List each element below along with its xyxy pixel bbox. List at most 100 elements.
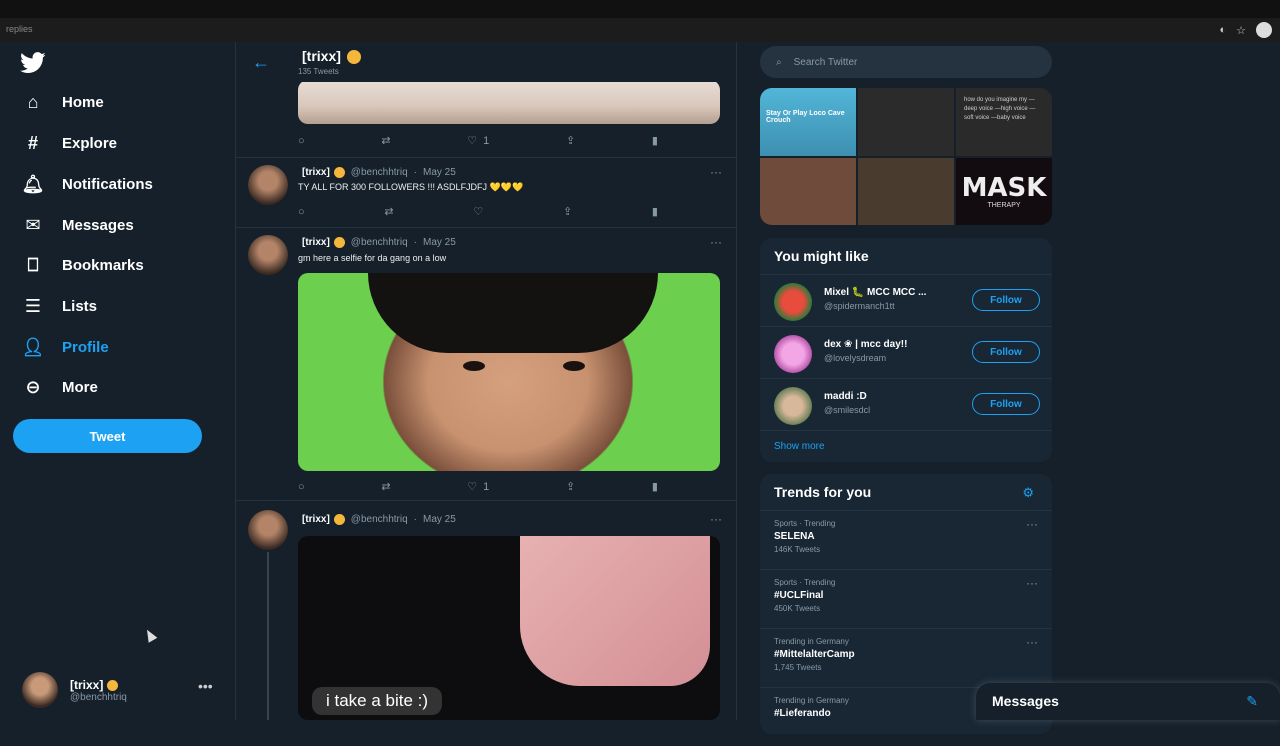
bookmark-icon: ⎕	[27, 254, 39, 275]
media-tile[interactable]	[858, 157, 954, 225]
trend-menu-icon[interactable]: ···	[1026, 576, 1038, 590]
browser-profile-avatar[interactable]	[1256, 22, 1272, 38]
media-tile[interactable]	[858, 88, 954, 156]
mail-icon: ✉	[25, 214, 41, 235]
suggested-user[interactable]: dex ❀ | mcc day!! @lovelysdream Follow	[760, 327, 1052, 379]
nav-profile[interactable]: 👤︎ Profile	[22, 336, 109, 358]
analytics-icon[interactable]: ▮	[652, 480, 658, 493]
trend-title: SELENA	[774, 531, 815, 542]
star-icon[interactable]: ☆	[1236, 24, 1246, 37]
trend-title: #Lieferando	[774, 708, 831, 719]
tweet[interactable]: [trixx] @benchhtriq · May 25 ··· gm here a …	[236, 227, 736, 501]
nav-home[interactable]: ⌂ Home	[22, 91, 104, 113]
heart-icon: ♡	[467, 135, 478, 147]
messages-drawer[interactable]: Messages ✎	[976, 683, 1280, 720]
avatar[interactable]	[774, 335, 812, 373]
nav-bookmarks-label: Bookmarks	[62, 256, 144, 274]
nav-messages[interactable]: ✉ Messages	[22, 214, 133, 236]
new-message-icon[interactable]: ✎	[1246, 693, 1258, 710]
twitter-logo-icon[interactable]	[20, 52, 46, 74]
account-switcher[interactable]: [trixx] @benchhtriq •••	[22, 672, 213, 708]
home-icon: ⌂	[27, 91, 39, 112]
avatar[interactable]	[248, 510, 288, 550]
media-tile-subtext: THERAPY	[987, 201, 1021, 209]
nav-profile-label: Profile	[62, 338, 109, 356]
tweet-menu-icon[interactable]: ···	[710, 235, 722, 249]
nav-explore[interactable]: # Explore	[22, 132, 117, 154]
bell-icon: 🔔︎	[21, 173, 45, 194]
nav-more[interactable]: ⊖ More	[22, 376, 97, 398]
nav-bookmarks[interactable]: ⎕ Bookmarks	[22, 254, 144, 276]
avatar[interactable]	[774, 283, 812, 321]
you-might-like-panel: You might like Mixel 🐛 MCC MCC ... @spid…	[760, 238, 1052, 462]
media-tile-text: Stay Or Play Loco Cave Crouch	[766, 110, 845, 124]
search-input[interactable]: ⌕ Search Twitter	[760, 46, 1052, 78]
like-button[interactable]: ♡ 1	[467, 480, 490, 494]
right-sidebar: ⌕ Search Twitter Stay Or Play Loco Cave …	[760, 42, 1055, 734]
trend-title: #UCLFinal	[774, 590, 824, 601]
tweet[interactable]: [trixx] @benchhtriq · May 25 ··· TY ALL FOR…	[236, 157, 736, 228]
thread-line	[267, 552, 269, 720]
tweet-button[interactable]: Tweet	[13, 419, 202, 453]
hashtag-icon: #	[27, 132, 38, 153]
retweet-icon[interactable]: ⇄	[381, 134, 390, 147]
nav-notifications-label: Notifications	[62, 175, 153, 193]
suggested-user-handle: @lovelysdream	[824, 353, 887, 363]
suggested-user[interactable]: maddi :D @smilesdcl Follow	[760, 379, 1052, 431]
media-tile[interactable]	[760, 157, 856, 225]
share-icon[interactable]: ⇪	[566, 134, 575, 147]
trend-category: Trending in Germany	[774, 696, 849, 705]
tweet-text: TY ALL FOR 300 FOLLOWERS !!! ASDLFJDFJ 💛…	[298, 182, 524, 192]
heart-icon[interactable]: ♡	[473, 205, 483, 218]
trend-menu-icon[interactable]: ···	[1026, 517, 1038, 531]
trend-item[interactable]: Sports · Trending #UCLFinal 450K Tweets …	[760, 570, 1052, 629]
trend-item[interactable]: Sports · Trending SELENA 146K Tweets ···	[760, 511, 1052, 570]
reply-icon[interactable]: ○	[298, 134, 305, 147]
share-icon[interactable]: ⇪	[566, 480, 575, 493]
analytics-icon[interactable]: ▮	[652, 205, 658, 218]
avatar[interactable]	[248, 165, 288, 205]
address-bar[interactable]: replies	[6, 24, 33, 34]
show-more-link[interactable]: Show more	[760, 431, 1052, 462]
extension-icon[interactable]: ◐	[1219, 24, 1226, 36]
more-dots-icon[interactable]: •••	[198, 678, 213, 694]
avatar[interactable]	[774, 387, 812, 425]
share-icon[interactable]: ⇪	[563, 205, 572, 218]
like-button[interactable]: ♡ 1	[467, 134, 489, 148]
follow-button[interactable]: Follow	[972, 393, 1040, 415]
retweet-icon[interactable]: ⇄	[381, 480, 390, 493]
trend-item[interactable]: Trending in Germany #MittelalterCamp 1,7…	[760, 629, 1052, 688]
media-tile[interactable]: how do you imagine my —deep voice —high …	[956, 88, 1052, 156]
tweet[interactable]: [trixx] @benchhtriq · May 25 ···	[236, 500, 736, 720]
tweet-menu-icon[interactable]: ···	[710, 165, 722, 179]
nav-lists[interactable]: ☰ Lists	[22, 295, 97, 317]
panel-title: Trends for you	[760, 474, 1052, 511]
avatar[interactable]	[248, 235, 288, 275]
tweet-meta: [trixx] @benchhtriq · May 25	[302, 237, 456, 249]
analytics-icon[interactable]: ▮	[652, 134, 658, 147]
heart-icon: ♡	[467, 481, 478, 493]
follow-button[interactable]: Follow	[972, 289, 1040, 311]
tweet-actions: ○ ⇄ ♡ 1 ⇪ ▮	[298, 480, 658, 494]
retweet-icon[interactable]: ⇄	[384, 205, 393, 218]
eye	[563, 361, 585, 371]
trend-menu-icon[interactable]: ···	[1026, 635, 1038, 649]
tweet-meta: [trixx] @benchhtriq · May 25	[302, 514, 456, 526]
gear-icon[interactable]: ⚙	[1022, 485, 1034, 501]
tweet-menu-icon[interactable]: ···	[710, 512, 722, 526]
panel-title: You might like	[760, 238, 1052, 275]
tweet-actions: ○ ⇄ ♡ 1 ⇪ ▮	[298, 134, 658, 148]
media-tile[interactable]: Stay Or Play Loco Cave Crouch	[760, 88, 856, 156]
suggested-user[interactable]: Mixel 🐛 MCC MCC ... @spidermanch1tt Foll…	[760, 275, 1052, 327]
tweet-image[interactable]	[298, 80, 720, 124]
selfie-hair	[368, 273, 658, 353]
reply-icon[interactable]: ○	[298, 205, 305, 218]
tweet-image[interactable]	[298, 273, 720, 471]
follow-button[interactable]: Follow	[972, 341, 1040, 363]
media-tile[interactable]: MASK THERAPY	[956, 157, 1052, 225]
like-count: 1	[483, 480, 490, 493]
nav-notifications[interactable]: 🔔︎ Notifications	[22, 173, 153, 195]
back-arrow-icon[interactable]: ←	[252, 52, 270, 73]
reply-icon[interactable]: ○	[298, 480, 305, 493]
search-placeholder: Search Twitter	[793, 56, 858, 68]
